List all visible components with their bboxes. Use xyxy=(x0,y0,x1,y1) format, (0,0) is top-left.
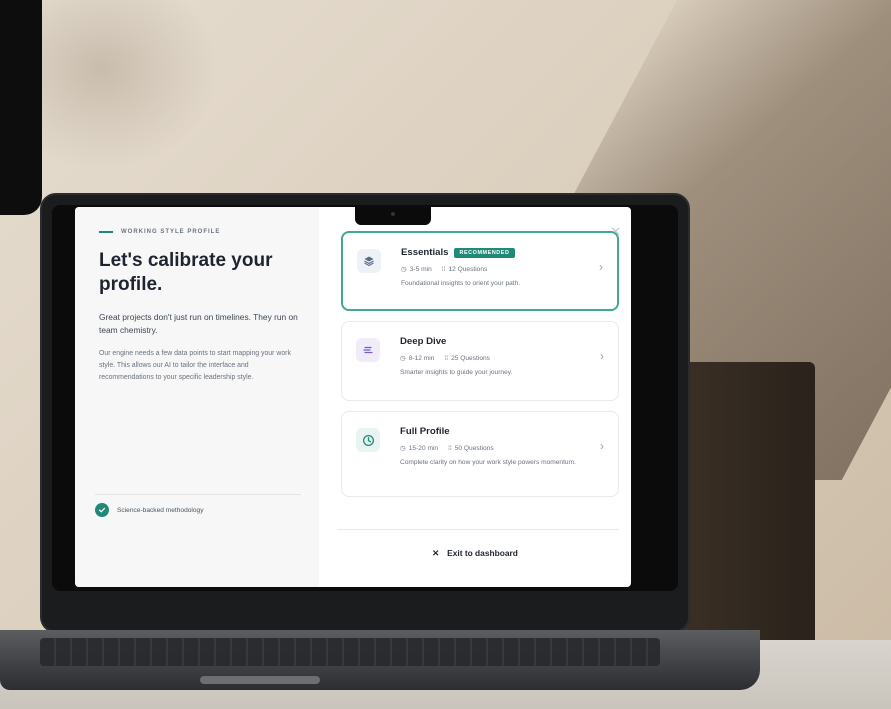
card-title: Essentials xyxy=(401,247,449,258)
option-card-essentials[interactable]: Essentials RECOMMENDED ◷ 3-5 min ⁞⁞ 12 Que… xyxy=(341,231,619,311)
bars-icon: ⁞⁞ xyxy=(441,265,446,273)
card-title-row: Deep Dive xyxy=(400,336,588,347)
onboarding-modal: WORKING STYLE PROFILE Let's calibrate yo… xyxy=(75,207,631,587)
lead-text: Great projects don't just run on timelin… xyxy=(99,312,298,335)
card-title: Deep Dive xyxy=(400,336,447,347)
duration: ◷ 3-5 min xyxy=(401,265,432,274)
card-description: Foundational insights to orient your pat… xyxy=(401,280,521,287)
card-description: Smarter insights to guide your journey. xyxy=(400,369,513,376)
frame-corner xyxy=(0,0,42,215)
intro-panel: WORKING STYLE PROFILE Let's calibrate yo… xyxy=(75,207,319,587)
layers-icon xyxy=(357,249,381,273)
question-count: ⁞⁞ 50 Questions xyxy=(448,444,494,452)
clock-small-icon: ◷ xyxy=(400,355,406,362)
chevron-right-icon: › xyxy=(600,439,604,453)
eyebrow-text: WORKING STYLE PROFILE xyxy=(121,229,221,235)
exit-label: Exit to dashboard xyxy=(447,548,518,558)
close-small-icon: ✕ xyxy=(432,548,440,558)
option-card-deep-dive[interactable]: Deep Dive ◷ 8-12 min ⁞⁞ 25 Questions Smart… xyxy=(341,321,619,401)
bars-icon: ⁞⁞ xyxy=(444,354,449,362)
methodology-label: Science-backed methodology xyxy=(117,506,204,514)
page-title: Let's calibrate your profile. xyxy=(99,250,273,295)
duration: ◷ 15-20 min xyxy=(400,444,439,453)
card-title-row: Full Profile xyxy=(400,426,588,437)
question-value: 50 Questions xyxy=(454,444,494,452)
card-meta: ◷ 8-12 min ⁞⁞ 25 Questions xyxy=(400,354,588,363)
check-circle-icon xyxy=(95,503,109,517)
duration-value: 8-12 min xyxy=(408,354,435,362)
keyboard xyxy=(40,638,660,666)
card-title-row: Essentials RECOMMENDED xyxy=(401,247,587,258)
card-title: Full Profile xyxy=(400,426,450,437)
photo-background: WORKING STYLE PROFILE Let's calibrate yo… xyxy=(0,0,891,709)
duration: ◷ 8-12 min xyxy=(400,354,435,363)
plant-shadow xyxy=(20,0,220,170)
laptop-base xyxy=(0,630,760,690)
trackpad-lip xyxy=(200,676,320,684)
eyebrow: WORKING STYLE PROFILE xyxy=(99,229,301,235)
clock-small-icon: ◷ xyxy=(400,445,406,452)
options-panel: ✕ Essentials RECOMMENDED ◷3-5 min ⁞⁞12 Q… xyxy=(319,207,631,587)
divider xyxy=(95,494,301,495)
list-lines-icon xyxy=(356,338,380,362)
duration-value: 3-5 min xyxy=(409,265,432,273)
clock-icon xyxy=(356,428,380,452)
question-value: 25 Questions xyxy=(451,354,490,362)
camera-dot xyxy=(391,212,395,216)
body-text: Our engine needs a few data points to st… xyxy=(99,350,291,381)
chevron-right-icon: › xyxy=(599,260,603,274)
camera-notch xyxy=(355,207,431,225)
methodology-badge: Science-backed methodology xyxy=(95,503,204,517)
question-value: 12 Questions xyxy=(448,265,488,273)
card-meta: ◷ 3-5 min ⁞⁞ 12 Questions xyxy=(401,265,587,274)
question-count: ⁞⁞ 12 Questions xyxy=(442,265,488,273)
card-description: Complete clarity on how your work style … xyxy=(400,459,576,466)
question-count: ⁞⁞ 25 Questions xyxy=(444,354,490,362)
chevron-right-icon: › xyxy=(600,349,604,363)
card-meta: ◷ 15-20 min ⁞⁞ 50 Questions xyxy=(400,444,588,453)
bars-icon: ⁞⁞ xyxy=(448,444,452,452)
clock-small-icon: ◷ xyxy=(401,266,407,273)
duration-value: 15-20 min xyxy=(408,444,439,452)
exit-to-dashboard-button[interactable]: ✕ Exit to dashboard xyxy=(319,548,631,558)
recommended-badge: RECOMMENDED xyxy=(454,247,515,258)
option-card-full-profile[interactable]: Full Profile ◷ 15-20 min ⁞⁞ 50 Questions C… xyxy=(341,411,619,497)
divider xyxy=(337,529,619,530)
eyebrow-line xyxy=(99,231,113,233)
